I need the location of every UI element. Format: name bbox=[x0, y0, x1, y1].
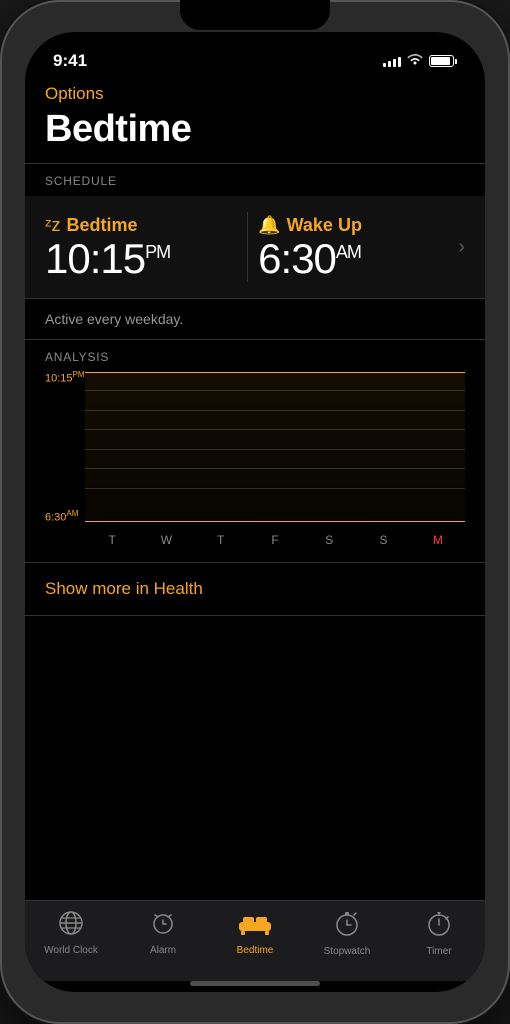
day-M: M bbox=[411, 533, 465, 547]
sleep-shaded-area bbox=[85, 372, 465, 522]
world-clock-label: World Clock bbox=[44, 945, 98, 956]
phone-screen: 9:41 bbox=[25, 32, 485, 992]
tab-world-clock[interactable]: World Clock bbox=[25, 910, 117, 956]
wakeup-line bbox=[85, 521, 465, 522]
bedtime-period: PM bbox=[145, 242, 170, 262]
bedtime-tab-icon bbox=[237, 910, 273, 941]
scroll-area[interactable]: Options Bedtime SCHEDULE ᶻz Bedtime bbox=[25, 76, 485, 900]
schedule-card[interactable]: ᶻz Bedtime 10:15PM 🔔 Wake Up bbox=[25, 196, 485, 299]
bedtime-line bbox=[85, 372, 465, 373]
analysis-label: ANALYSIS bbox=[25, 340, 485, 372]
phone-frame: 9:41 bbox=[0, 0, 510, 1024]
options-link[interactable]: Options bbox=[45, 84, 465, 104]
bedtime-label: Bedtime bbox=[66, 215, 137, 236]
day-W: W bbox=[139, 533, 193, 547]
show-more-section[interactable]: Show more in Health bbox=[25, 562, 485, 616]
tab-bedtime[interactable]: Bedtime bbox=[209, 910, 301, 956]
alarm-icon bbox=[150, 910, 176, 941]
world-clock-icon bbox=[58, 910, 84, 941]
schedule-divider bbox=[247, 212, 248, 282]
wakeup-label: Wake Up bbox=[287, 215, 362, 236]
tab-stopwatch[interactable]: Stopwatch bbox=[301, 909, 393, 957]
show-more-link[interactable]: Show more in Health bbox=[45, 579, 203, 598]
active-info: Active every weekday. bbox=[25, 299, 485, 340]
wakeup-item[interactable]: 🔔 Wake Up 6:30AM bbox=[258, 215, 450, 280]
signal-icon bbox=[383, 55, 401, 67]
bedtime-item[interactable]: ᶻz Bedtime 10:15PM bbox=[45, 215, 237, 280]
wifi-icon bbox=[407, 53, 423, 69]
sleep-icon: ᶻz bbox=[45, 215, 60, 236]
tab-timer[interactable]: Timer bbox=[393, 909, 485, 957]
status-icons bbox=[383, 53, 457, 69]
status-time: 9:41 bbox=[53, 51, 87, 71]
analysis-section: ANALYSIS bbox=[25, 340, 485, 552]
stopwatch-icon bbox=[334, 909, 360, 942]
content-area: Options Bedtime SCHEDULE ᶻz Bedtime bbox=[25, 76, 485, 992]
chart-wakeup-label: 6:30AM bbox=[45, 509, 78, 524]
status-bar: 9:41 bbox=[25, 32, 485, 76]
day-labels: T W T F S S M bbox=[85, 528, 465, 552]
schedule-section-label: SCHEDULE bbox=[25, 163, 485, 196]
chevron-right-icon: › bbox=[458, 236, 465, 259]
battery-icon bbox=[429, 55, 457, 67]
header: Options Bedtime bbox=[25, 76, 485, 163]
chart-bedtime-label: 10:15PM bbox=[45, 370, 85, 385]
home-indicator bbox=[190, 981, 320, 986]
day-F: F bbox=[248, 533, 302, 547]
day-T2: T bbox=[194, 533, 248, 547]
tab-bar: World Clock Alarm bbox=[25, 900, 485, 981]
day-S1: S bbox=[302, 533, 356, 547]
wakeup-period: AM bbox=[336, 242, 361, 262]
bedtime-time: 10:15PM bbox=[45, 238, 237, 280]
sleep-chart: 10:15PM 6:30AM T W T F S bbox=[25, 372, 485, 552]
timer-label: Timer bbox=[426, 946, 451, 957]
stopwatch-label: Stopwatch bbox=[324, 946, 371, 957]
day-S2: S bbox=[356, 533, 410, 547]
bedtime-tab-label: Bedtime bbox=[237, 945, 274, 956]
page-title: Bedtime bbox=[45, 108, 465, 151]
notch bbox=[180, 0, 330, 30]
day-T1: T bbox=[85, 533, 139, 547]
alarm-label: Alarm bbox=[150, 945, 176, 956]
timer-icon bbox=[426, 909, 452, 942]
tab-alarm[interactable]: Alarm bbox=[117, 910, 209, 956]
bell-icon: 🔔 bbox=[258, 215, 280, 236]
wakeup-time: 6:30AM bbox=[258, 238, 450, 280]
